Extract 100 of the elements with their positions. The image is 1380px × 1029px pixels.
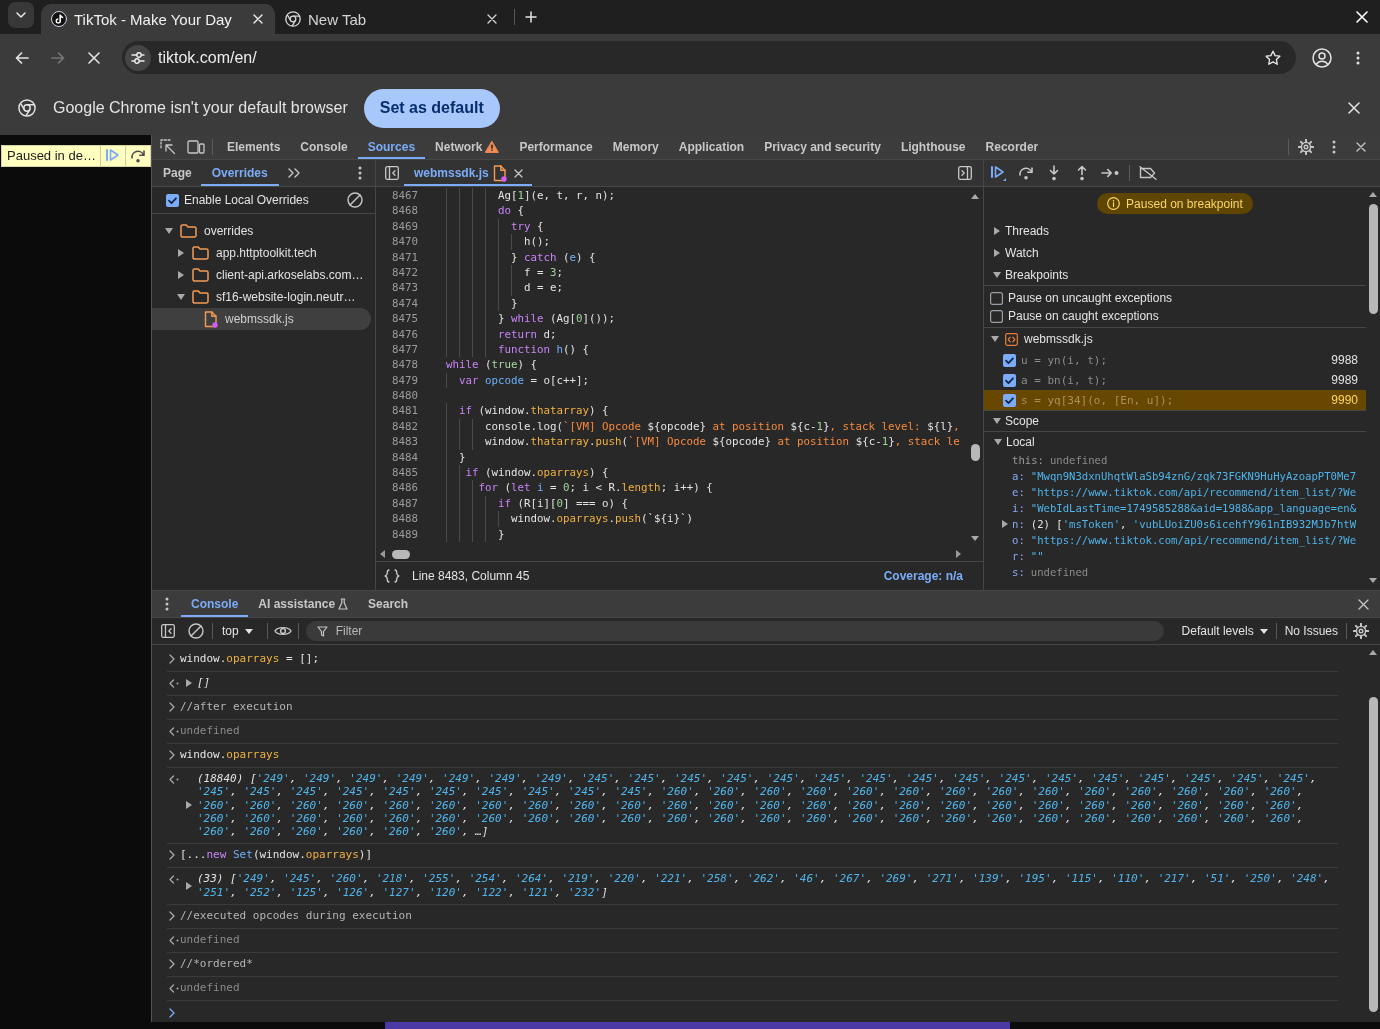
navigator-tab[interactable]: Overrides	[200, 160, 279, 186]
triangle-right-icon[interactable]	[1002, 520, 1008, 528]
section-header[interactable]: Breakpoints	[984, 264, 1366, 286]
scrollbar-thumb[interactable]	[1368, 204, 1378, 314]
checkbox[interactable]	[1003, 353, 1016, 367]
close-icon[interactable]	[1358, 598, 1369, 610]
section-header[interactable]: Watch	[984, 242, 1366, 264]
eye-icon[interactable]	[273, 625, 292, 637]
triangle-down-icon[interactable]	[994, 439, 1002, 445]
braces-icon[interactable]	[384, 569, 400, 583]
account-icon[interactable]	[1312, 47, 1332, 68]
triangle-right-icon[interactable]	[178, 249, 184, 257]
triangle-down-icon[interactable]	[177, 294, 185, 300]
arrow-left-icon[interactable]	[15, 50, 29, 65]
address-field[interactable]: tiktok.com/en/	[122, 41, 1296, 74]
panel-right-icon[interactable]	[958, 166, 972, 180]
triangle-right-icon[interactable]	[994, 249, 1000, 257]
panel-tab[interactable]: Lighthouse	[890, 135, 976, 159]
resume-icon[interactable]	[990, 165, 1006, 181]
step-into-icon[interactable]	[1048, 165, 1060, 181]
scroll-down-icon[interactable]	[971, 536, 979, 541]
tree-item[interactable]: overrides	[152, 220, 371, 242]
kebab-menu-icon[interactable]	[1332, 140, 1336, 154]
checkbox[interactable]	[990, 309, 1003, 323]
scroll-up-icon[interactable]	[971, 194, 979, 199]
cross-icon[interactable]	[88, 51, 100, 64]
plus-icon[interactable]	[525, 11, 537, 23]
panel-tab[interactable]: Memory	[602, 135, 669, 159]
scroll-down-icon[interactable]	[1369, 578, 1377, 583]
breakpoint-item[interactable]: u = yn(i, t); 9988	[984, 350, 1366, 370]
drawer-tab[interactable]: Console	[181, 591, 249, 617]
scroll-up-icon[interactable]	[1369, 192, 1377, 197]
step-over-icon[interactable]	[130, 149, 146, 163]
section-header[interactable]: Threads	[984, 220, 1366, 242]
checkbox[interactable]	[1003, 373, 1016, 387]
triangle-down-icon[interactable]	[993, 271, 1001, 278]
sliders-icon[interactable]	[125, 44, 151, 71]
drawer-tab[interactable]: AI assistance	[248, 591, 359, 617]
panel-tab[interactable]: Application	[668, 135, 755, 159]
tree-item[interactable]: client-api.arkoselabs.com…	[152, 264, 371, 286]
breakpoint-file[interactable]: webmssdk.js	[984, 328, 1366, 350]
tree-item[interactable]: webmssdk.js	[152, 308, 371, 330]
close-icon[interactable]	[487, 14, 497, 24]
step-out-icon[interactable]	[1076, 165, 1088, 181]
breakpoint-item[interactable]: a = bn(i, t); 9989	[984, 370, 1366, 390]
scrollbar-thumb[interactable]	[392, 549, 410, 559]
tag-slash-icon[interactable]	[1139, 166, 1157, 180]
panel-tab[interactable]: Performance	[509, 135, 603, 159]
checkbox[interactable]	[1003, 393, 1016, 407]
step-over-icon[interactable]	[1018, 166, 1034, 180]
star-icon[interactable]	[1265, 49, 1281, 66]
checkbox[interactable]	[990, 291, 1003, 305]
section-header[interactable]: Scope	[984, 410, 1366, 432]
browser-tab[interactable]: TikTok - Make Your Day	[41, 4, 275, 34]
close-icon[interactable]	[1356, 142, 1366, 152]
context-select[interactable]: top	[216, 624, 259, 638]
tab-list-button[interactable]	[8, 2, 34, 28]
scroll-up-icon[interactable]	[1369, 650, 1377, 655]
filter-field[interactable]: Filter	[305, 621, 1164, 641]
drawer-tab[interactable]: Search	[358, 591, 419, 617]
settings-icon[interactable]	[1353, 623, 1369, 639]
panel-tab[interactable]: Elements	[217, 135, 291, 159]
checkbox[interactable]	[166, 193, 179, 207]
tree-item[interactable]: sf16-website-login.neutr…	[152, 286, 371, 308]
panel-tab[interactable]: Network	[425, 135, 510, 159]
double-chevron-icon[interactable]	[287, 168, 300, 178]
navigator-tab[interactable]: Page	[154, 160, 201, 186]
scope-group-header[interactable]: Local	[984, 432, 1366, 452]
triangle-down-icon[interactable]	[165, 228, 173, 234]
kebab-menu-icon[interactable]	[165, 597, 169, 611]
triangle-down-icon[interactable]	[991, 336, 999, 342]
inspect-icon[interactable]	[160, 139, 176, 155]
triangle-right-icon[interactable]	[185, 801, 192, 810]
panel-tab[interactable]: Console	[290, 135, 358, 159]
triangle-right-icon[interactable]	[185, 679, 192, 687]
triangle-right-icon[interactable]	[185, 881, 192, 890]
kebab-menu-icon[interactable]	[358, 166, 362, 180]
scrollbar-thumb[interactable]	[1368, 697, 1378, 1012]
close-icon[interactable]	[514, 168, 524, 178]
scroll-left-icon[interactable]	[380, 550, 385, 558]
kebab-menu-icon[interactable]	[1356, 50, 1360, 65]
step-icon[interactable]	[1101, 168, 1119, 178]
circle-slash-icon[interactable]	[347, 192, 363, 208]
tree-item[interactable]: app.httptoolkit.tech	[152, 242, 371, 264]
issues-link[interactable]: No Issues	[1278, 624, 1344, 638]
triangle-right-icon[interactable]	[994, 227, 1000, 235]
circle-slash-icon[interactable]	[188, 623, 204, 639]
panel-tab[interactable]: Privacy and security	[754, 135, 891, 159]
settings-icon[interactable]	[1298, 139, 1314, 155]
panel-left-icon[interactable]	[161, 624, 175, 638]
levels-select[interactable]: Default levels	[1175, 624, 1274, 638]
set-default-button[interactable]: Set as default	[363, 88, 500, 128]
triangle-right-icon[interactable]	[178, 271, 184, 279]
breakpoint-item[interactable]: s = yq[34](o, [En, u]); 9990	[984, 390, 1366, 410]
scrollbar-thumb[interactable]	[970, 444, 980, 461]
close-icon[interactable]	[1348, 102, 1360, 114]
scroll-right-icon[interactable]	[956, 550, 961, 558]
browser-tab[interactable]: New Tab	[275, 4, 509, 34]
panel-left-icon[interactable]	[385, 166, 399, 180]
triangle-down-icon[interactable]	[993, 418, 1001, 424]
